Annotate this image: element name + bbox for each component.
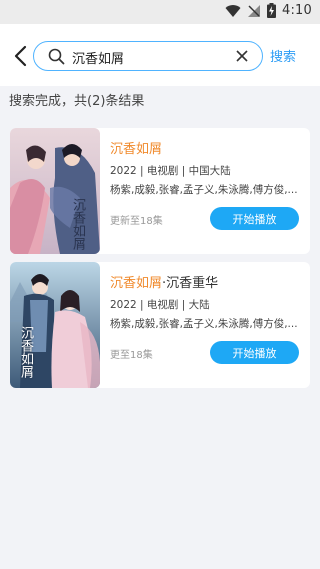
poster-image[interactable]: 沉香如屑	[10, 128, 100, 254]
result-card[interactable]: 沉香如屑 沉香如屑·沉香重华 2022 | 电视剧 | 大陆 杨紫,成毅,张睿,…	[10, 262, 310, 388]
episode-status: 更新至18集	[110, 216, 163, 227]
search-query: 沉香如屑	[72, 52, 125, 67]
battery-charging-icon	[267, 3, 276, 18]
status-bar: 4:10	[0, 0, 320, 24]
search-icon	[48, 48, 65, 65]
title-rest: ·沉香重华	[162, 276, 219, 291]
title-highlight: 沉香如屑	[110, 276, 163, 291]
result-title[interactable]: 沉香如屑	[110, 138, 162, 157]
result-cast: 杨紫,成毅,张睿,孟子义,朱泳腾,傅方俊,...	[110, 318, 298, 330]
poster-title-text: 沉香如屑	[18, 326, 33, 378]
result-card[interactable]: 沉香如屑 沉香如屑 2022 | 电视剧 | 中国大陆 杨紫,成毅,张睿,孟子义…	[10, 128, 310, 254]
search-header: 沉香如屑 搜索	[0, 24, 320, 86]
status-icons: 4:10	[225, 3, 312, 18]
result-cast: 杨紫,成毅,张睿,孟子义,朱泳腾,傅方俊,...	[110, 184, 298, 196]
back-button[interactable]	[12, 44, 32, 68]
play-button[interactable]: 开始播放	[210, 341, 299, 364]
result-meta: 2022 | 电视剧 | 中国大陆	[110, 165, 231, 177]
status-time: 4:10	[282, 3, 312, 18]
play-button[interactable]: 开始播放	[210, 207, 299, 230]
wifi-icon	[225, 4, 241, 17]
episode-status: 更至18集	[110, 350, 153, 361]
search-button[interactable]: 搜索	[270, 46, 296, 65]
close-icon[interactable]	[236, 50, 248, 62]
search-input[interactable]: 沉香如屑	[33, 41, 263, 71]
poster-title-text: 沉香如屑	[70, 198, 85, 250]
result-title[interactable]: 沉香如屑·沉香重华	[110, 272, 218, 291]
chevron-left-icon	[14, 45, 27, 67]
title-highlight: 沉香如屑	[110, 142, 163, 157]
poster-image[interactable]: 沉香如屑	[10, 262, 100, 388]
result-meta: 2022 | 电视剧 | 大陆	[110, 299, 210, 311]
signal-off-icon	[248, 4, 260, 17]
result-summary: 搜索完成，共(2)条结果	[9, 94, 145, 109]
